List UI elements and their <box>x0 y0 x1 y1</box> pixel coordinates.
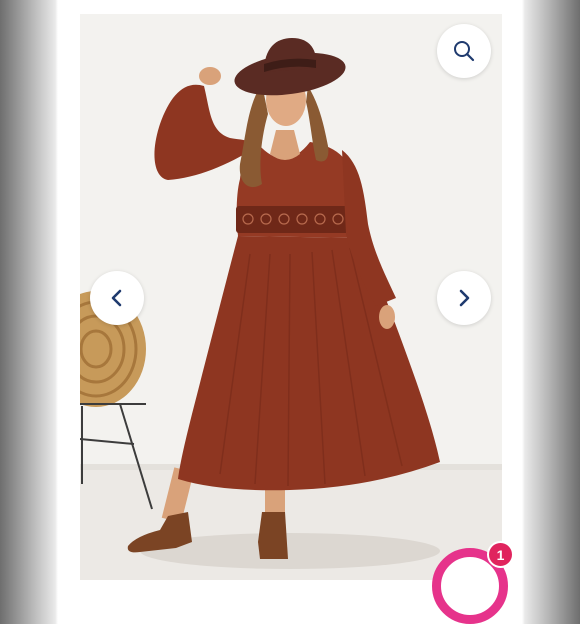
previous-image-button[interactable] <box>90 271 144 325</box>
next-image-button[interactable] <box>437 271 491 325</box>
zoom-button[interactable] <box>437 24 491 78</box>
cart-count-badge: 1 <box>487 541 514 568</box>
chevron-right-icon <box>454 288 474 308</box>
lace-waistband <box>236 206 360 233</box>
listing-image-viewer: 1 <box>0 0 580 624</box>
search-icon <box>452 39 476 63</box>
chevron-left-icon <box>107 288 127 308</box>
